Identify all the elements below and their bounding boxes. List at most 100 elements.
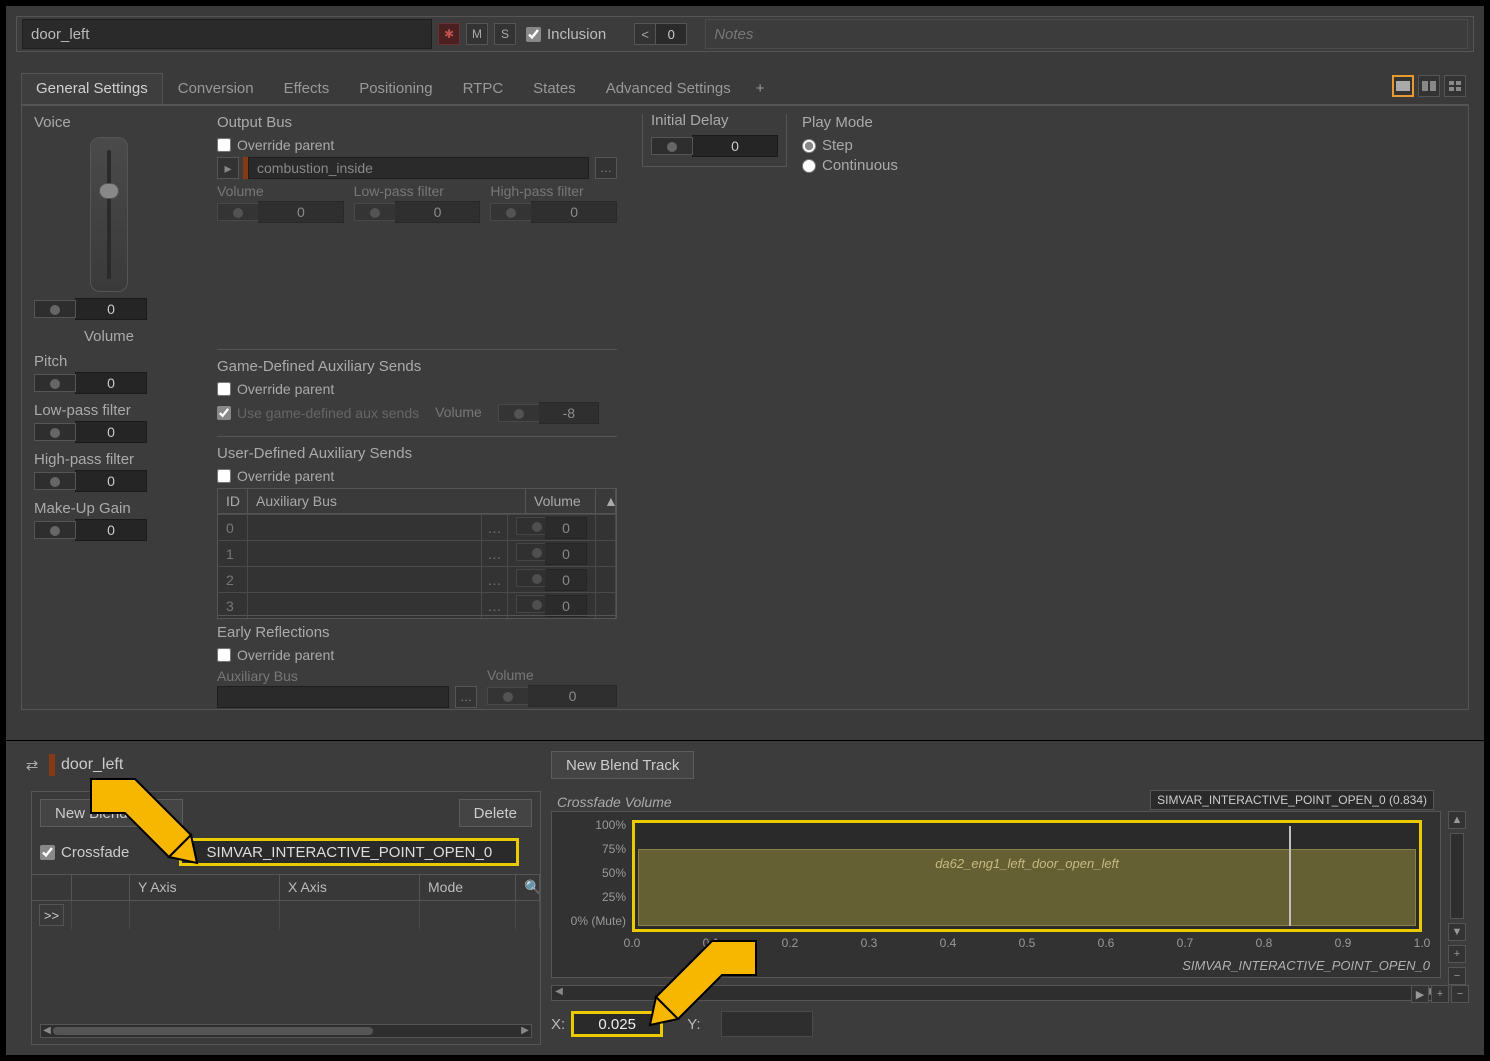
udas-row[interactable]: 0…0 [218, 514, 616, 540]
lpf-slider[interactable] [34, 423, 76, 441]
bus-more-button[interactable]: … [595, 157, 617, 179]
crossfade-checkbox[interactable]: Crossfade [40, 844, 129, 861]
new-blend-track-button[interactable]: New Blend Track [551, 751, 694, 779]
tab-bar: General Settings Conversion Effects Posi… [21, 73, 1469, 105]
ob-vol-slider[interactable] [217, 203, 259, 221]
lpf-value[interactable]: 0 [75, 421, 147, 443]
crossfade-chart-panel: Crossfade Volume SIMVAR_INTERACTIVE_POIN… [551, 791, 1469, 1045]
gdas-vol-value[interactable]: -8 [539, 402, 599, 424]
chart-scroll-up-icon[interactable]: ▲ [1448, 811, 1466, 829]
view-split-button[interactable] [1418, 75, 1440, 97]
ob-lpf-slider[interactable] [354, 203, 396, 221]
bug-icon[interactable]: ✱ [438, 23, 460, 45]
output-bus-title: Output Bus [217, 114, 617, 131]
erefl-vol-slider[interactable] [487, 687, 529, 705]
ob-hpf-slider[interactable] [490, 203, 532, 221]
udas-col-vol: Volume [526, 489, 596, 513]
chart-ytick: 25% [552, 890, 626, 904]
chart-blend-item[interactable]: da62_eng1_left_door_open_left [638, 849, 1416, 926]
voice-volume-value[interactable]: 0 [75, 298, 147, 320]
hpf-label: High-pass filter [34, 451, 184, 468]
chart-zoom-out-h[interactable]: − [1451, 985, 1469, 1003]
hpf-slider[interactable] [34, 472, 76, 490]
chart-scroll-down-icon[interactable]: ▼ [1448, 923, 1466, 941]
view-single-button[interactable] [1392, 75, 1414, 97]
voice-section: Voice 0 Volume Pitch 0 Low-pass filter 0… [34, 114, 184, 542]
output-bus-name[interactable]: combustion_inside [248, 157, 589, 179]
output-bus-override[interactable]: Override parent [217, 137, 617, 153]
chart-zoom-out-v[interactable]: − [1448, 967, 1466, 985]
inclusion-checkbox[interactable]: Inclusion [526, 26, 606, 43]
solo-button[interactable]: S [494, 23, 516, 45]
axis-table-row[interactable]: >> [32, 901, 540, 929]
udas-table: ID Auxiliary Bus Volume ▲ 0…01…02…03…0 [217, 488, 617, 619]
chart-zoom-in-h[interactable]: + [1431, 985, 1449, 1003]
chart-cursor[interactable] [1289, 826, 1291, 926]
chart-hscrollbar[interactable]: ◀▶ [551, 985, 1441, 1001]
initdelay-value[interactable]: 0 [692, 135, 778, 157]
tab-effects[interactable]: Effects [269, 73, 345, 104]
udas-row[interactable]: 1…0 [218, 540, 616, 566]
chart-vscrollbar[interactable] [1450, 833, 1464, 919]
chart-plot-area[interactable]: da62_eng1_left_door_open_left [632, 820, 1422, 932]
asset-name-field[interactable]: door_left [22, 19, 432, 49]
notes-field[interactable]: Notes [705, 19, 1468, 49]
udas-row[interactable]: 2…0 [218, 566, 616, 592]
share-icon[interactable]: < [634, 23, 656, 45]
x-value-field[interactable]: 0.025 [571, 1011, 663, 1037]
udas-title: User-Defined Auxiliary Sends [217, 445, 617, 462]
crossfade-chart[interactable]: SIMVAR_INTERACTIVE_POINT_OPEN_0 (0.834) … [551, 811, 1441, 978]
ob-lpf-label: Low-pass filter [354, 183, 481, 199]
erefl-override[interactable]: Override parent [217, 647, 617, 663]
makeup-slider[interactable] [34, 521, 76, 539]
voice-volume-slider[interactable] [34, 300, 76, 318]
tab-conversion[interactable]: Conversion [163, 73, 269, 104]
erefl-vol-value[interactable]: 0 [528, 685, 617, 707]
chart-fit-button[interactable]: ▶ [1411, 985, 1429, 1003]
erefl-bus-field[interactable] [217, 686, 449, 708]
game-defined-aux-section: Game-Defined Auxiliary Sends Override pa… [217, 349, 617, 425]
tab-general-settings[interactable]: General Settings [21, 73, 163, 104]
udas-override[interactable]: Override parent [217, 468, 617, 484]
crossfade-rtpc-field[interactable]: SIMVAR_INTERACTIVE_POINT_OPEN_0 [179, 838, 519, 866]
delete-button[interactable]: Delete [459, 799, 532, 827]
erefl-bus-label: Auxiliary Bus [217, 668, 477, 684]
gdas-override[interactable]: Override parent [217, 381, 617, 397]
erefl-vol-label: Volume [487, 667, 617, 683]
tab-add[interactable]: + [746, 73, 775, 104]
gdas-use[interactable]: Use game-defined aux sends [217, 405, 419, 421]
inclusion-check-input[interactable] [526, 27, 541, 42]
mute-button[interactable]: M [466, 23, 488, 45]
y-value-field[interactable] [721, 1011, 813, 1037]
pitch-slider[interactable] [34, 374, 76, 392]
initdelay-slider[interactable] [651, 137, 693, 155]
playmode-continuous[interactable]: Continuous [802, 157, 962, 174]
chart-ytick: 50% [552, 866, 626, 880]
bus-picker-button[interactable]: ▸ [217, 157, 239, 179]
erefl-bus-more[interactable]: … [455, 686, 477, 708]
expand-button[interactable]: >> [39, 904, 64, 926]
ob-lpf-value[interactable]: 0 [395, 201, 481, 223]
tab-advanced-settings[interactable]: Advanced Settings [591, 73, 746, 104]
blend-track-panel: ⇄ door_left New Blend Track New Blend Tr… [6, 740, 1484, 1055]
tab-positioning[interactable]: Positioning [344, 73, 447, 104]
tab-states[interactable]: States [518, 73, 591, 104]
tab-rtpc[interactable]: RTPC [448, 73, 519, 104]
new-blend-track-button-2[interactable]: New Blend Track [40, 799, 183, 827]
voice-volume-fader[interactable] [90, 137, 128, 292]
chart-xaxis-title: SIMVAR_INTERACTIVE_POINT_OPEN_0 [1182, 958, 1430, 973]
udas-col-id: ID [218, 489, 248, 513]
view-grid-button[interactable] [1444, 75, 1466, 97]
ob-hpf-value[interactable]: 0 [531, 201, 617, 223]
gdas-vol-slider[interactable] [498, 404, 540, 422]
makeup-value[interactable]: 0 [75, 519, 147, 541]
udas-scroll-up-icon[interactable]: ▲ [596, 489, 616, 513]
hpf-value[interactable]: 0 [75, 470, 147, 492]
playmode-step[interactable]: Step [802, 137, 962, 154]
blend-hscrollbar[interactable]: ◀▶ [40, 1024, 532, 1038]
chart-zoom-in-v[interactable]: + [1448, 945, 1466, 963]
search-icon[interactable]: 🔍 [516, 875, 540, 900]
ob-hpf-label: High-pass filter [490, 183, 617, 199]
pitch-value[interactable]: 0 [75, 372, 147, 394]
ob-vol-value[interactable]: 0 [258, 201, 344, 223]
